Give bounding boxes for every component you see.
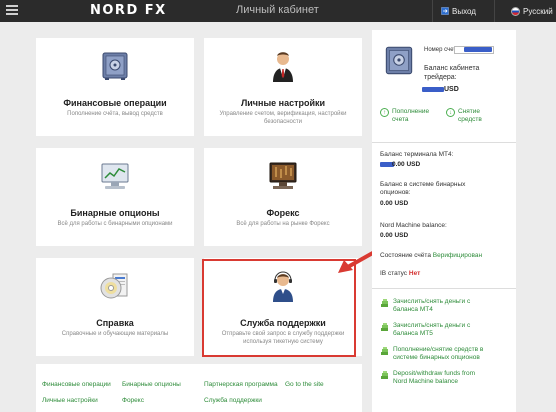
footer-link-forex[interactable]: Форекс xyxy=(122,397,144,404)
trader-balance-label: Баланс кабинета трейдера: xyxy=(424,64,479,82)
coins-icon xyxy=(381,371,388,379)
trader-balance-label-line2: трейдера: xyxy=(424,74,457,81)
masked-balance-value xyxy=(422,87,444,92)
footer-link-site[interactable]: Go to the site xyxy=(285,381,324,388)
footer-link-partner[interactable]: Партнерская программа xyxy=(204,381,278,388)
binary-balance-label: Баланс в системе бинарных опционов: xyxy=(380,181,466,196)
binary-balance-value: 0.00 USD xyxy=(380,200,409,207)
user-icon xyxy=(204,48,362,84)
tile-description: Справочные и обучающие материалы xyxy=(61,331,169,337)
tile-help[interactable]: Справка Справочные и обучающие материалы xyxy=(36,258,194,356)
russia-flag-icon xyxy=(511,6,520,16)
logo-text-fx: FX xyxy=(144,3,167,18)
logo-text-nord: NORD xyxy=(90,3,139,18)
binary-transfer-link[interactable]: Пополнение/снятие средств в системе бинар… xyxy=(380,346,483,362)
account-status-label: Состояние счёта xyxy=(380,252,431,259)
tile-personal-settings[interactable]: Личные настройки Управление счетом, вери… xyxy=(204,38,362,136)
footer-link-support[interactable]: Служба поддержки xyxy=(204,397,262,404)
tile-title: Служба поддержки xyxy=(240,318,326,328)
coins-icon xyxy=(381,323,388,331)
account-panel: Номер счета: Баланс кабинета трейдера: U… xyxy=(372,30,516,412)
mt4-balance-value: 0.00 USD xyxy=(392,161,421,168)
safe-icon xyxy=(380,42,418,85)
account-status: Состояние счёта Верифицирован xyxy=(380,252,482,260)
mt4-balance-label: Баланс терминала MT4: xyxy=(380,151,454,158)
tile-title: Бинарные опционы xyxy=(70,208,160,218)
logout-button[interactable]: Выход xyxy=(432,0,494,22)
tile-binary-options[interactable]: Бинарные опционы Всё для работы с бинарн… xyxy=(36,148,194,246)
nord-machine-balance-label: Nord Machine balance: xyxy=(380,222,447,229)
tile-title: Личные настройки xyxy=(240,98,326,108)
computer-chart-icon xyxy=(36,158,194,194)
tile-description: Всё для работы на рынке Форекс xyxy=(236,221,330,227)
footer-link-financial[interactable]: Финансовые операции xyxy=(42,381,111,388)
tile-description: Пополнение счёта, вывод средств xyxy=(67,111,163,117)
mt5-transfer-link[interactable]: Зачислить/снять деньги с баланса MT5 xyxy=(380,322,470,338)
nordfx-logo[interactable]: NORD FX xyxy=(90,3,167,18)
withdraw-label: Снятие средств xyxy=(458,108,482,123)
tile-title: Форекс xyxy=(266,208,300,218)
coins-icon xyxy=(381,299,388,307)
nord-machine-balance-value: 0.00 USD xyxy=(380,232,409,239)
logout-label: Выход xyxy=(452,6,476,16)
top-bar: NORD FX Личный кабинет Выход Русский xyxy=(0,0,556,22)
tile-title: Справка xyxy=(96,318,134,328)
divider xyxy=(372,142,516,143)
tile-description: Управление счетом, верификация, настройк… xyxy=(219,111,347,125)
trading-monitor-icon xyxy=(204,158,362,194)
withdraw-link[interactable]: ↓ Снятие средств xyxy=(446,108,482,124)
safe-icon xyxy=(36,48,194,84)
tile-title: Финансовые операции xyxy=(63,98,167,108)
page-title: Личный кабинет xyxy=(236,4,319,16)
logout-icon xyxy=(441,7,449,15)
footer-link-binary[interactable]: Бинарные опционы xyxy=(122,381,181,388)
language-selector[interactable]: Русский xyxy=(494,0,556,22)
nord-machine-transfer-link[interactable]: Deposit/withdraw funds from Nord Machine … xyxy=(380,370,475,386)
masked-account-number xyxy=(464,47,492,52)
divider xyxy=(372,288,516,289)
menu-icon[interactable] xyxy=(6,5,18,16)
coins-icon xyxy=(381,347,388,355)
trader-balance-currency: USD xyxy=(444,86,459,93)
footer-links: Финансовые операции Личные настройки Бин… xyxy=(36,364,362,412)
account-status-value: Верифицирован xyxy=(432,252,483,259)
ib-status-label: IB статус xyxy=(380,270,408,277)
tile-forex[interactable]: Форекс Всё для работы на рынке Форекс xyxy=(204,148,362,246)
trader-balance-label-line1: Баланс кабинета xyxy=(424,65,480,72)
mt4-transfer-link[interactable]: Зачислить/снять деньги с баланса MT4 xyxy=(380,298,470,314)
arrow-up-icon: ↑ xyxy=(380,108,389,117)
deposit-label: Пополнение счета xyxy=(392,108,430,123)
tile-description: Отправьте свой запрос в службу поддержки… xyxy=(221,331,345,345)
ib-status-value: Нет xyxy=(408,270,421,277)
tile-description: Всё для работы с бинарными опционами xyxy=(57,221,173,227)
ib-status: IB статус Нет xyxy=(380,270,420,278)
language-label: Русский xyxy=(523,6,553,16)
cd-book-icon xyxy=(36,268,194,304)
footer-link-settings[interactable]: Личные настройки xyxy=(42,397,98,404)
tile-financial-operations[interactable]: Финансовые операции Пополнение счёта, вы… xyxy=(36,38,194,136)
arrow-down-icon: ↓ xyxy=(446,108,455,117)
deposit-link[interactable]: ↑ Пополнение счета xyxy=(380,108,429,124)
